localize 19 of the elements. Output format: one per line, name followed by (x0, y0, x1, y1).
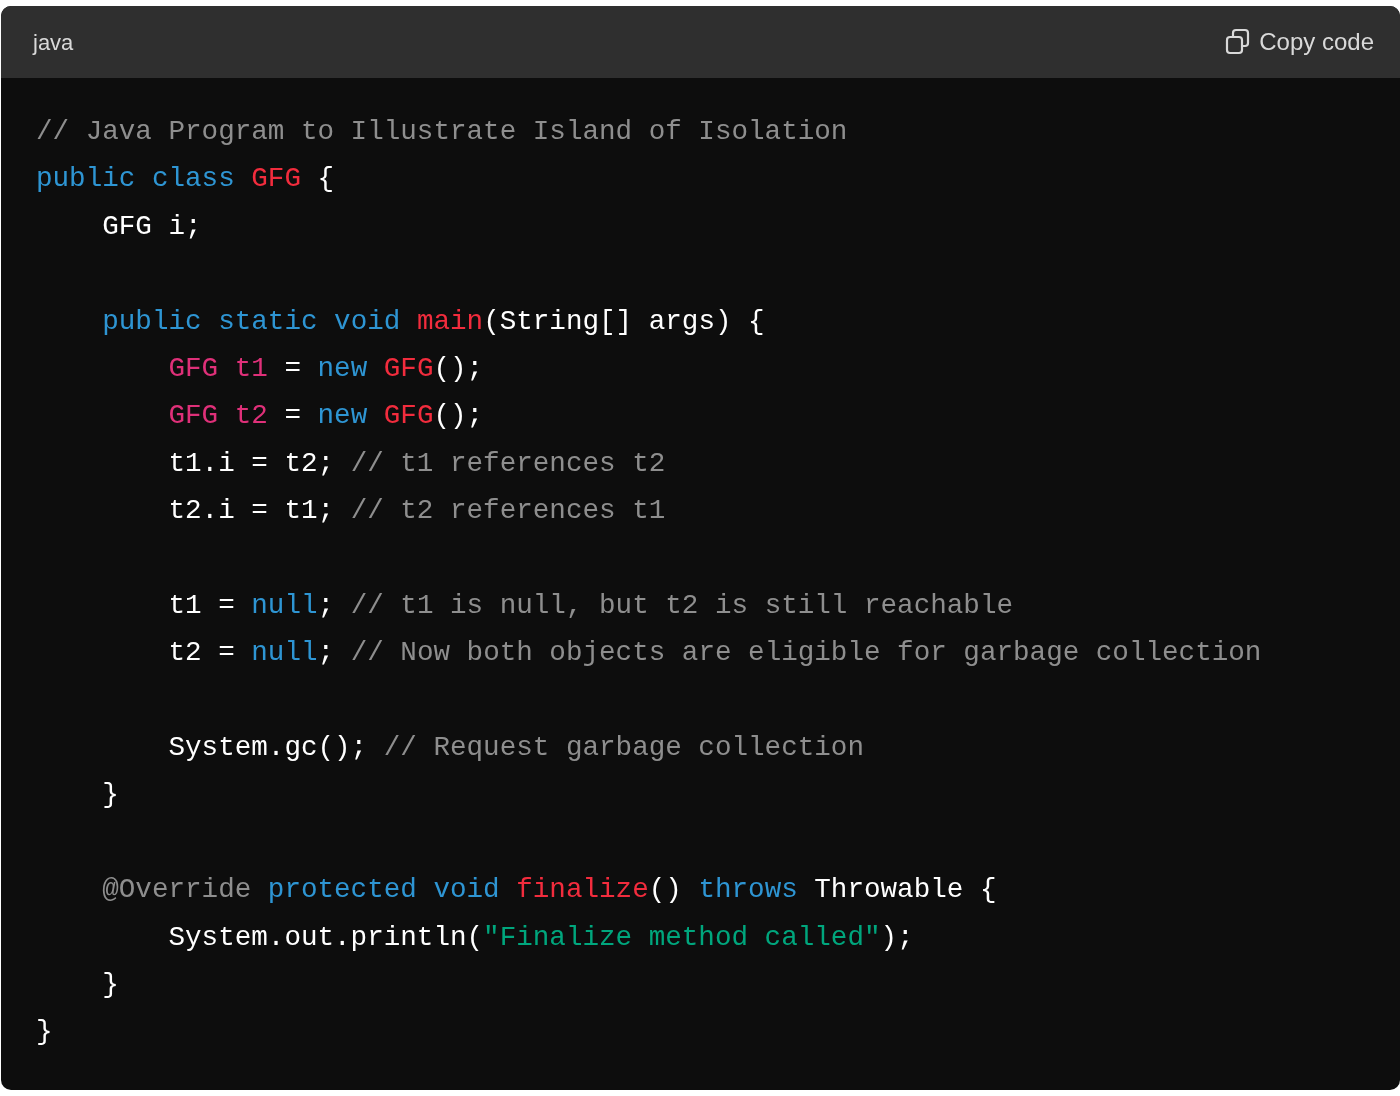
copy-code-button[interactable]: Copy code (1225, 24, 1374, 60)
code-line: @Override protected void finalize() throws Throwable { (101, 873, 998, 908)
code-line: System.gc(); // Request garbage collection (167, 731, 865, 766)
code-line: GFG t1 = new GFG(); (167, 351, 485, 386)
code-line: public static void main(String[] args) { (101, 304, 766, 339)
code-line: GFG i; (101, 209, 203, 244)
code-line: GFG t2 = new GFG(); (167, 399, 485, 434)
code-line: t2.i = t1; // t2 references t1 (167, 494, 667, 529)
code-line: t1 = null; // t1 is null, but t2 is still reachable (167, 588, 1014, 623)
code-line: System.out.println("Finalize method called"); (167, 920, 915, 955)
copy-icon (1225, 28, 1252, 56)
code-line: // Java Program to Illustrate Island of Isolation (36, 115, 849, 149)
language-label: java (33, 28, 74, 57)
code-line: } (101, 778, 120, 813)
code-line: public class GFG { (36, 162, 336, 197)
code-line: } (36, 1015, 54, 1050)
code-line: t2 = null; // Now both objects are eligible for garbage collection (167, 636, 1263, 671)
code-line: t1.i = t2; // t1 references t2 (167, 446, 667, 481)
code-line: } (101, 968, 120, 1003)
